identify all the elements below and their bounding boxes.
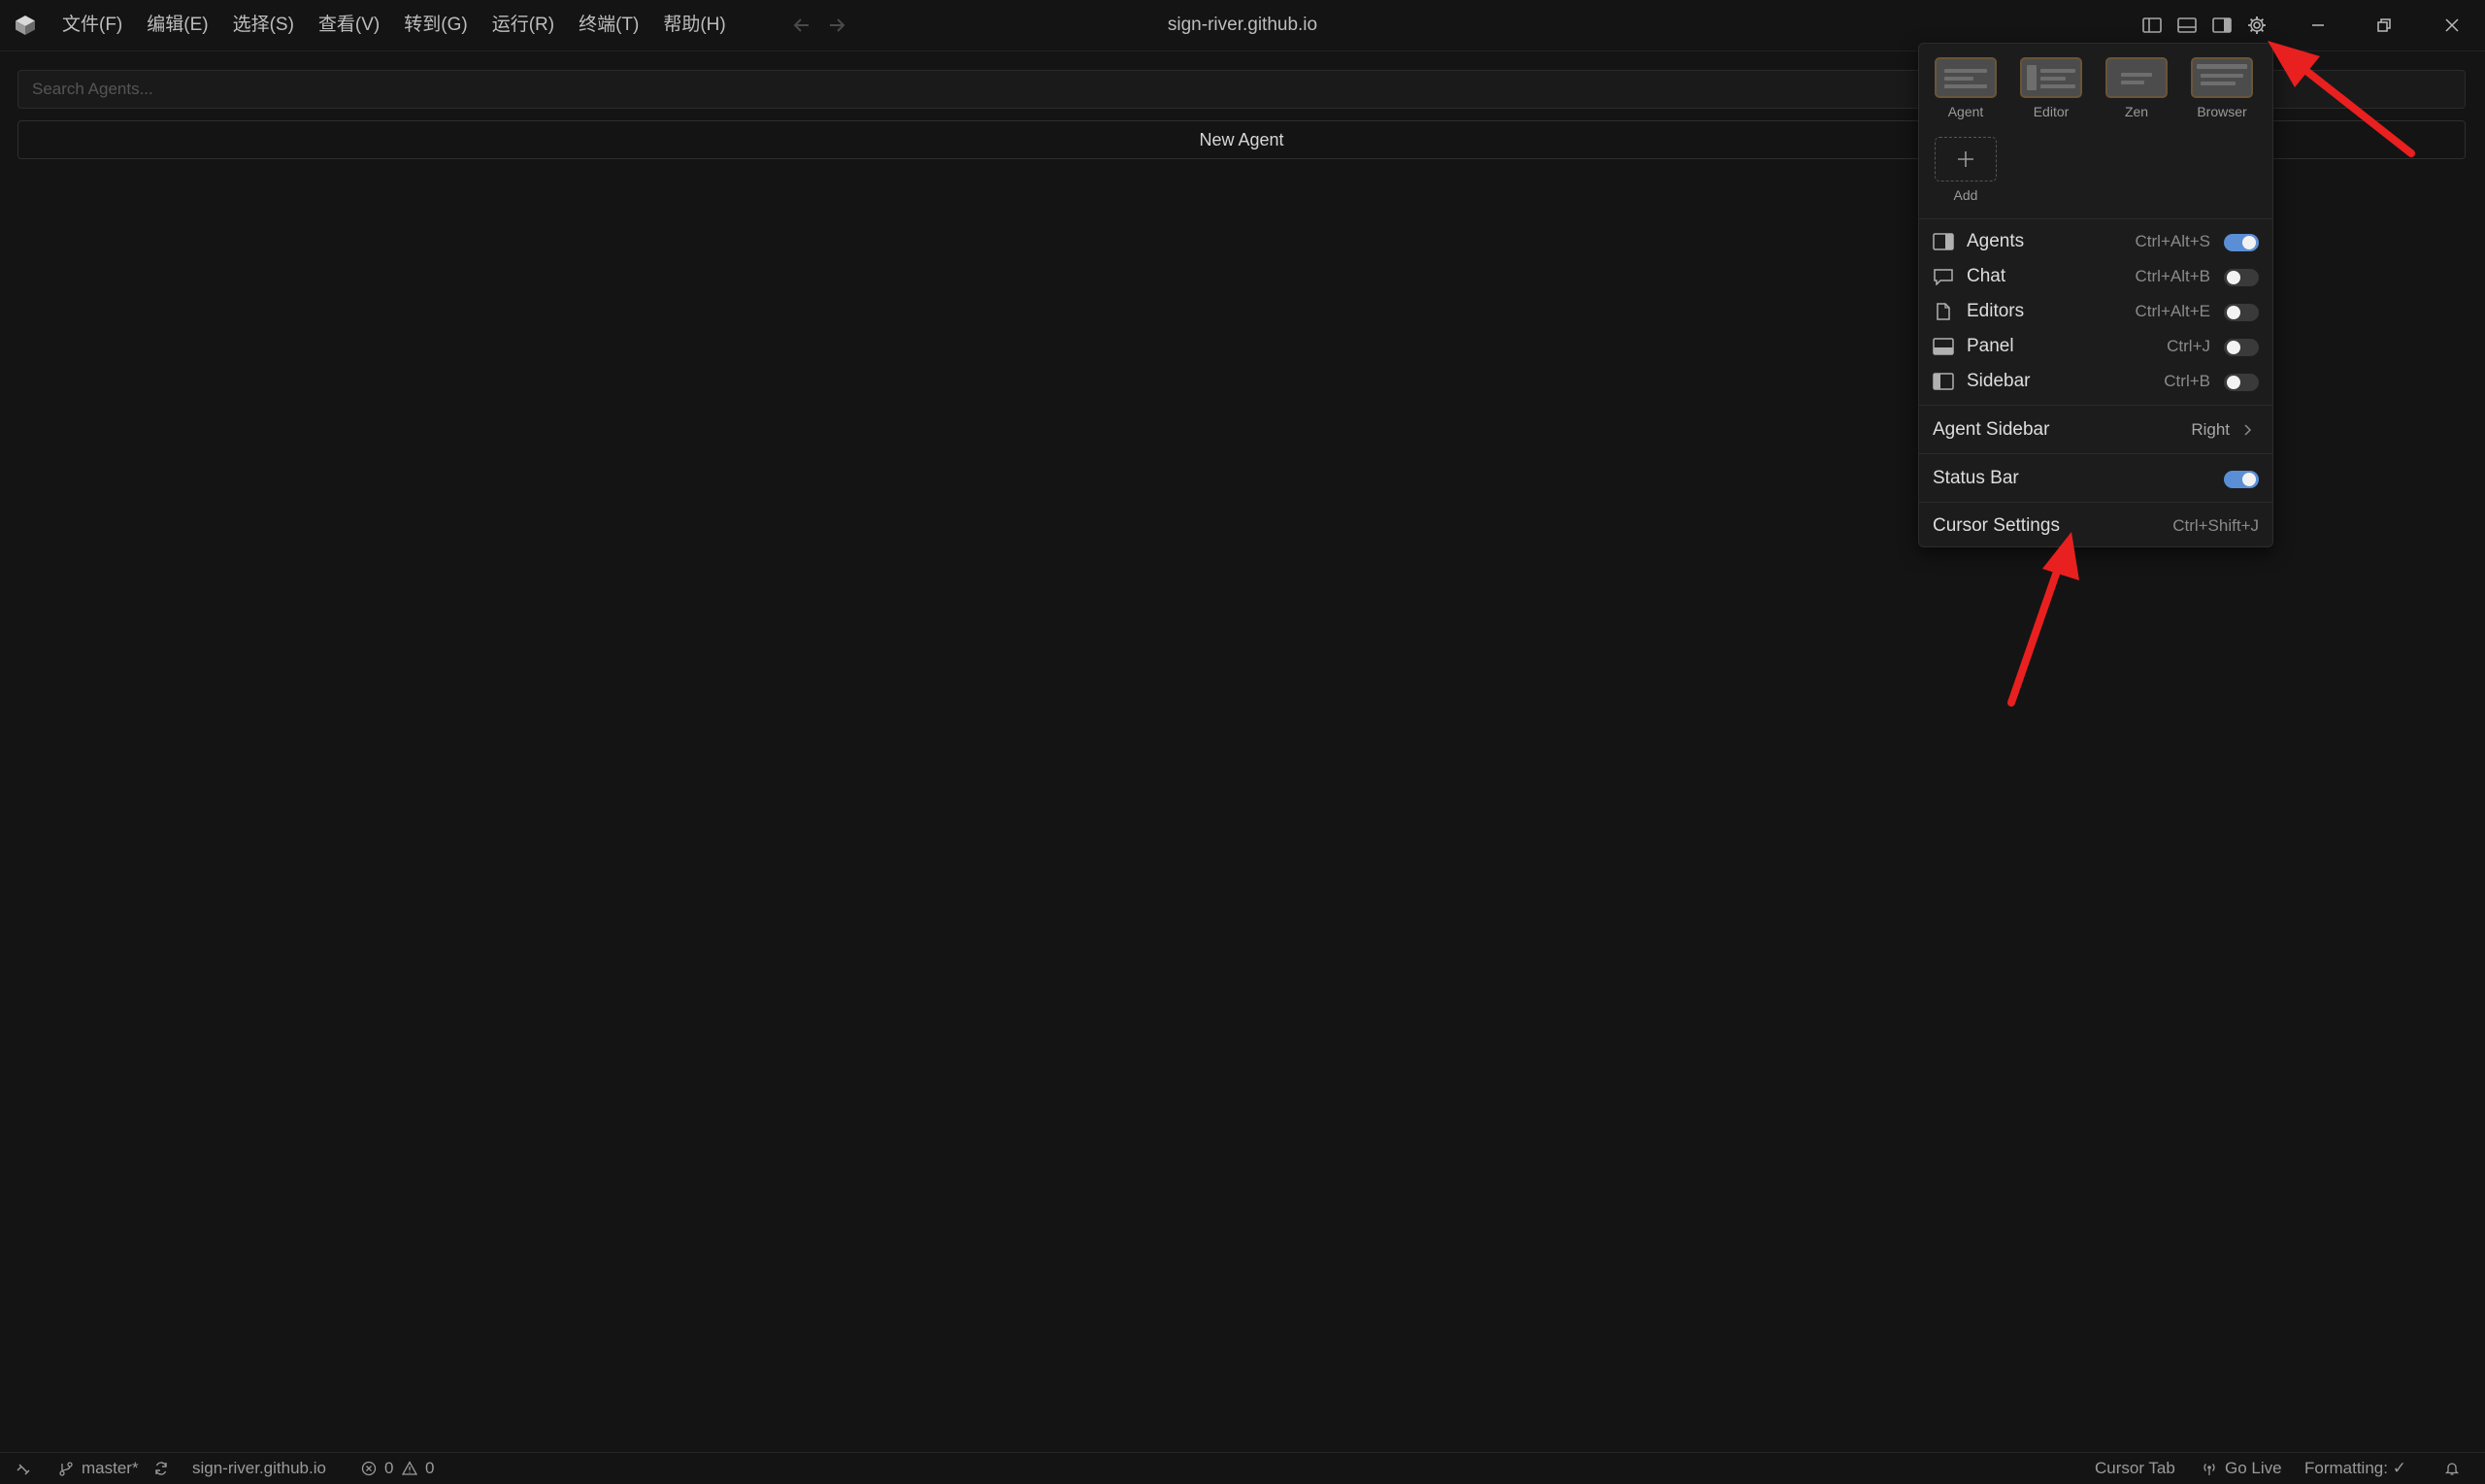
go-live-button[interactable]: Go Live	[2225, 1453, 2282, 1484]
minimize-icon[interactable]	[2306, 14, 2330, 37]
chat-shortcut: Ctrl+Alt+B	[2135, 267, 2210, 285]
toggle-row-chat[interactable]: Chat Ctrl+Alt+B	[1919, 259, 2272, 294]
layout-browser[interactable]: Browser	[2188, 57, 2256, 119]
menu-help[interactable]: 帮助(H)	[663, 0, 725, 50]
gear-icon[interactable]	[2246, 15, 2268, 36]
agent-sidebar-value: Right	[2191, 420, 2230, 439]
cursor-settings-label: Cursor Settings	[1933, 515, 2060, 536]
right-panel-icon	[1933, 233, 1954, 250]
toggle-panel-icon[interactable]	[2176, 15, 2198, 36]
layout-settings-popup: Agent Editor Zen Browser Add Agents Ctrl…	[1918, 43, 2273, 547]
git-branch-icon	[59, 1462, 73, 1476]
file-icon	[1937, 303, 1950, 320]
layout-zen[interactable]: Zen	[2103, 57, 2170, 119]
error-count[interactable]: 0	[384, 1453, 393, 1484]
bottom-panel-icon	[1933, 338, 1954, 355]
status-bar-toggle-switch[interactable]	[2224, 471, 2259, 488]
layout-agent-label: Agent	[1947, 104, 1984, 119]
chat-label: Chat	[1967, 266, 2006, 286]
error-circle-icon[interactable]	[361, 1461, 377, 1476]
menu-edit[interactable]: 编辑(E)	[147, 0, 208, 50]
formatting-status[interactable]: Formatting: ✓	[2304, 1453, 2406, 1484]
cursor-tab-status[interactable]: Cursor Tab	[2095, 1453, 2175, 1484]
browser-layout-thumbnail-icon	[2191, 57, 2253, 98]
menu-selection[interactable]: 选择(S)	[233, 0, 294, 50]
layout-browser-label: Browser	[2197, 104, 2247, 119]
status-bar-row[interactable]: Status Bar	[1919, 461, 2272, 496]
status-bar-label: Status Bar	[1933, 468, 2019, 488]
red-arrow-to-cursor-settings	[2007, 532, 2079, 707]
cursor-settings-row[interactable]: Cursor Settings Ctrl+Shift+J	[1919, 509, 2272, 544]
notification-bell-icon[interactable]	[2444, 1461, 2460, 1476]
forward-arrow-icon[interactable]	[825, 14, 848, 37]
warning-count[interactable]: 0	[425, 1453, 434, 1484]
toggle-left-sidebar-icon[interactable]	[2141, 15, 2163, 36]
divider	[1919, 218, 2272, 219]
toggle-row-panel[interactable]: Panel Ctrl+J	[1919, 329, 2272, 364]
sidebar-label: Sidebar	[1967, 371, 2031, 391]
panel-label: Panel	[1967, 336, 2014, 356]
panel-shortcut: Ctrl+J	[2167, 337, 2210, 355]
layout-zen-label: Zen	[2124, 104, 2149, 119]
toggle-row-editors[interactable]: Editors Ctrl+Alt+E	[1919, 294, 2272, 329]
agent-layout-thumbnail-icon	[1935, 57, 1997, 98]
layout-editor[interactable]: Editor	[2017, 57, 2085, 119]
plus-icon	[1958, 151, 1973, 167]
menu-view[interactable]: 查看(V)	[318, 0, 380, 50]
divider	[1919, 502, 2272, 503]
git-branch-label[interactable]: master*	[82, 1453, 139, 1484]
repo-name-label[interactable]: sign-river.github.io	[192, 1453, 326, 1484]
close-icon[interactable]	[2440, 14, 2464, 37]
window-title: sign-river.github.io	[1167, 15, 1318, 35]
panel-toggle-switch[interactable]	[2224, 339, 2259, 356]
divider	[1919, 405, 2272, 406]
warning-triangle-icon[interactable]	[402, 1461, 417, 1476]
layout-editor-label: Editor	[2033, 104, 2070, 119]
broadcast-icon[interactable]	[2202, 1461, 2217, 1476]
agents-shortcut: Ctrl+Alt+S	[2135, 232, 2210, 250]
toggle-right-sidebar-icon[interactable]	[2211, 15, 2233, 36]
editors-shortcut: Ctrl+Alt+E	[2135, 302, 2210, 320]
status-bar: master* sign-river.github.io 0 0 Cursor …	[0, 1452, 2485, 1484]
agents-toggle-switch[interactable]	[2224, 234, 2259, 251]
menu-file[interactable]: 文件(F)	[62, 0, 122, 50]
zen-layout-thumbnail-icon	[2105, 57, 2168, 98]
editors-toggle-switch[interactable]	[2224, 304, 2259, 321]
cursor-settings-shortcut: Ctrl+Shift+J	[2172, 516, 2259, 535]
add-layout-box	[1935, 137, 1997, 181]
divider	[1919, 453, 2272, 454]
add-layout-label: Add	[1953, 187, 1978, 203]
sync-icon[interactable]	[153, 1461, 169, 1476]
toggle-row-agents[interactable]: Agents Ctrl+Alt+S	[1919, 224, 2272, 259]
editor-layout-thumbnail-icon	[2020, 57, 2082, 98]
toggle-row-sidebar[interactable]: Sidebar Ctrl+B	[1919, 364, 2272, 399]
menu-bar: 文件(F) 编辑(E) 选择(S) 查看(V) 转到(G) 运行(R) 终端(T…	[62, 0, 750, 50]
agent-sidebar-label: Agent Sidebar	[1933, 419, 2050, 440]
sidebar-shortcut: Ctrl+B	[2164, 372, 2210, 390]
remote-connection-icon[interactable]	[16, 1461, 31, 1476]
layout-agent[interactable]: Agent	[1932, 57, 2000, 119]
left-panel-icon	[1933, 373, 1954, 390]
menu-terminal[interactable]: 终端(T)	[579, 0, 639, 50]
cursor-logo-icon[interactable]	[14, 14, 37, 37]
restore-icon[interactable]	[2372, 14, 2396, 37]
chat-bubble-icon	[1934, 269, 1953, 285]
chevron-right-icon	[2244, 424, 2252, 436]
editors-label: Editors	[1967, 301, 2025, 321]
menu-go[interactable]: 转到(G)	[404, 0, 467, 50]
agent-sidebar-row[interactable]: Agent Sidebar Right	[1919, 412, 2272, 447]
menu-run[interactable]: 运行(R)	[492, 0, 554, 50]
add-layout-button[interactable]: Add	[1932, 137, 2000, 203]
sidebar-toggle-switch[interactable]	[2224, 374, 2259, 391]
agents-label: Agents	[1967, 231, 2025, 251]
chat-toggle-switch[interactable]	[2224, 269, 2259, 286]
back-arrow-icon[interactable]	[790, 14, 813, 37]
